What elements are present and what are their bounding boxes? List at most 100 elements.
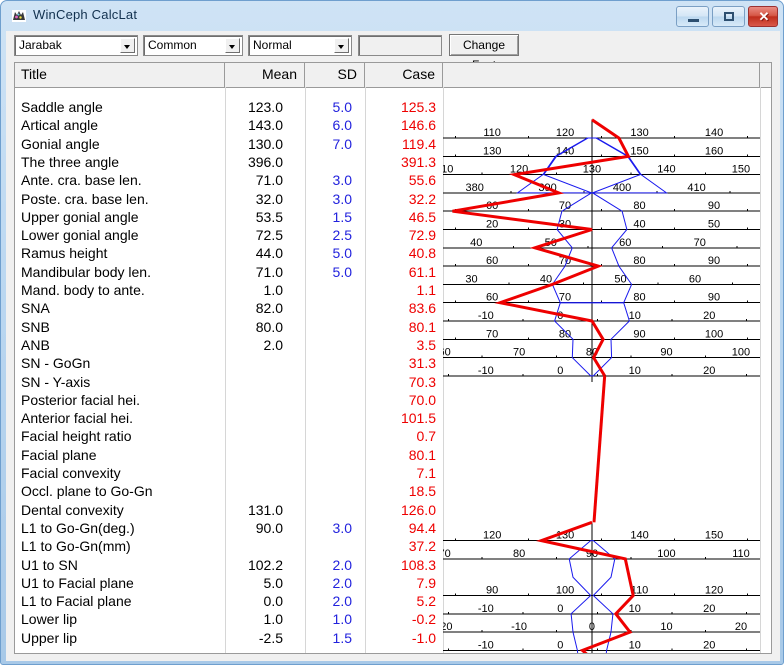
row-mean: 131.0 <box>247 501 283 518</box>
minimize-button[interactable] <box>676 6 709 27</box>
axis-tick-label: 130 <box>483 145 501 157</box>
row-case: 108.3 <box>400 556 436 573</box>
column-header-title[interactable]: Title <box>15 63 225 87</box>
axis-tick-label: 50 <box>708 219 720 231</box>
row-case: 72.9 <box>408 227 436 244</box>
axis-tick-label: 10 <box>629 365 641 377</box>
chevron-down-icon[interactable] <box>120 38 135 53</box>
axis-tick-label: 80 <box>633 200 645 212</box>
row-sd: 5.0 <box>332 245 352 262</box>
row-title: The three angle <box>21 153 120 170</box>
row-case: 83.6 <box>408 300 436 317</box>
row-sd: 1.5 <box>332 629 352 646</box>
axis-tick-label: 60 <box>689 273 701 285</box>
axis-tick-label: 160 <box>705 145 723 157</box>
axis-tick-label: 130 <box>630 127 648 139</box>
row-title: Facial convexity <box>21 465 121 481</box>
row-mean: 5.0 <box>263 574 283 591</box>
row-case: 0.7 <box>416 428 436 445</box>
axis-tick-label: -10 <box>511 621 527 633</box>
grid-header-row: Title Mean SD Case <box>15 63 771 88</box>
axis-tick-label: 0 <box>557 639 563 651</box>
row-mean: 53.5 <box>255 208 283 225</box>
row-title: SN - GoGn <box>21 355 91 372</box>
close-button[interactable]: ✕ <box>748 6 778 27</box>
row-mean: 1.0 <box>263 611 283 628</box>
axis-tick-label: 0 <box>557 365 563 377</box>
axis-tick-label: -10 <box>478 639 494 651</box>
grid-body: Saddle angle 123.0 5.0 125.3 Artical angle 14… <box>15 87 771 653</box>
axis-tick-label: 70 <box>443 548 451 560</box>
change-font-button[interactable]: Change Font <box>449 34 519 72</box>
axis-tick-label: 110 <box>443 164 453 176</box>
measurements-grid: Title Mean SD Case Saddle angle 123.0 5.0 1… <box>14 62 772 654</box>
row-title: ANB <box>21 336 50 353</box>
group-select-value: Common <box>148 38 197 52</box>
row-sd: 2.0 <box>332 556 352 573</box>
row-sd: 1.5 <box>332 208 352 225</box>
row-title: Anterior facial hei. <box>21 410 134 427</box>
axis-tick-label: 410 <box>687 182 705 194</box>
axis-tick-label: 100 <box>705 328 723 340</box>
axis-tick-label: 90 <box>633 328 645 340</box>
row-case: 37.2 <box>408 538 436 555</box>
axis-tick-label: 20 <box>703 365 715 377</box>
row-case: 31.3 <box>408 355 436 372</box>
row-title: L1 to Go-Gn(mm) <box>21 538 131 555</box>
style-select[interactable]: Normal <box>248 35 352 56</box>
row-title: Gonial angle <box>21 135 100 152</box>
axis-tick-label: 0 <box>557 603 563 615</box>
app-icon <box>11 8 27 24</box>
row-title: Artical angle <box>21 117 99 134</box>
row-case: 7.9 <box>416 574 436 591</box>
row-title: Dental convexity <box>21 501 124 518</box>
row-mean: 71.0 <box>255 263 283 280</box>
axis-tick-label: 10 <box>629 639 641 651</box>
axis-tick-label: 80 <box>633 255 645 267</box>
axis-tick-label: 80 <box>559 328 571 340</box>
axis-tick-label: 90 <box>660 347 672 359</box>
axis-tick-label: 40 <box>633 219 645 231</box>
row-title: Mandibular body len. <box>21 263 151 280</box>
maximize-icon <box>724 12 734 21</box>
extra-text-field[interactable] <box>358 35 442 56</box>
row-case: 146.6 <box>400 117 436 134</box>
row-case: 119.4 <box>402 135 436 152</box>
axis-tick-label: 120 <box>705 585 723 597</box>
axis-tick-label: 60 <box>619 237 631 249</box>
row-case: -0.2 <box>411 611 436 628</box>
row-case: 32.2 <box>408 190 436 207</box>
case-connector <box>592 375 607 523</box>
axis-tick-label: 140 <box>657 164 675 176</box>
column-header-chart[interactable] <box>443 63 760 87</box>
column-header-case[interactable]: Case <box>365 63 443 87</box>
row-case: 70.3 <box>408 373 436 390</box>
row-title: Lower lip <box>21 611 78 628</box>
row-title: Ante. cra. base len. <box>21 172 142 189</box>
row-case: 1.1 <box>416 282 436 298</box>
row-case: 126.0 <box>400 501 436 518</box>
row-case: 101.5 <box>400 410 436 427</box>
row-case: 80.1 <box>408 446 436 463</box>
row-case: 391.3 <box>400 153 436 170</box>
row-title: SNA <box>21 300 50 317</box>
column-header-sd[interactable]: SD <box>305 63 365 87</box>
axis-tick-label: -10 <box>478 603 494 615</box>
axis-tick-label: 90 <box>486 585 498 597</box>
maximize-button[interactable] <box>712 6 745 27</box>
row-title: SNB <box>21 318 50 335</box>
analysis-select[interactable]: Jarabak <box>14 35 138 56</box>
column-header-mean[interactable]: Mean <box>225 63 305 87</box>
axis-tick-label: 70 <box>559 292 571 304</box>
group-select[interactable]: Common <box>143 35 243 56</box>
row-title: Upper gonial angle <box>21 208 139 225</box>
axis-tick-label: 60 <box>486 255 498 267</box>
row-mean: 123.0 <box>247 99 283 115</box>
axis-tick-label: 80 <box>513 548 525 560</box>
chevron-down-icon[interactable] <box>225 38 240 53</box>
cephalometric-chart: 1101201301401301401501601101201301401503… <box>443 111 760 653</box>
chevron-down-icon[interactable] <box>334 38 349 53</box>
axis-tick-label: 10 <box>660 621 672 633</box>
axis-tick-label: 20 <box>486 219 498 231</box>
row-title: Facial height ratio <box>21 428 132 445</box>
